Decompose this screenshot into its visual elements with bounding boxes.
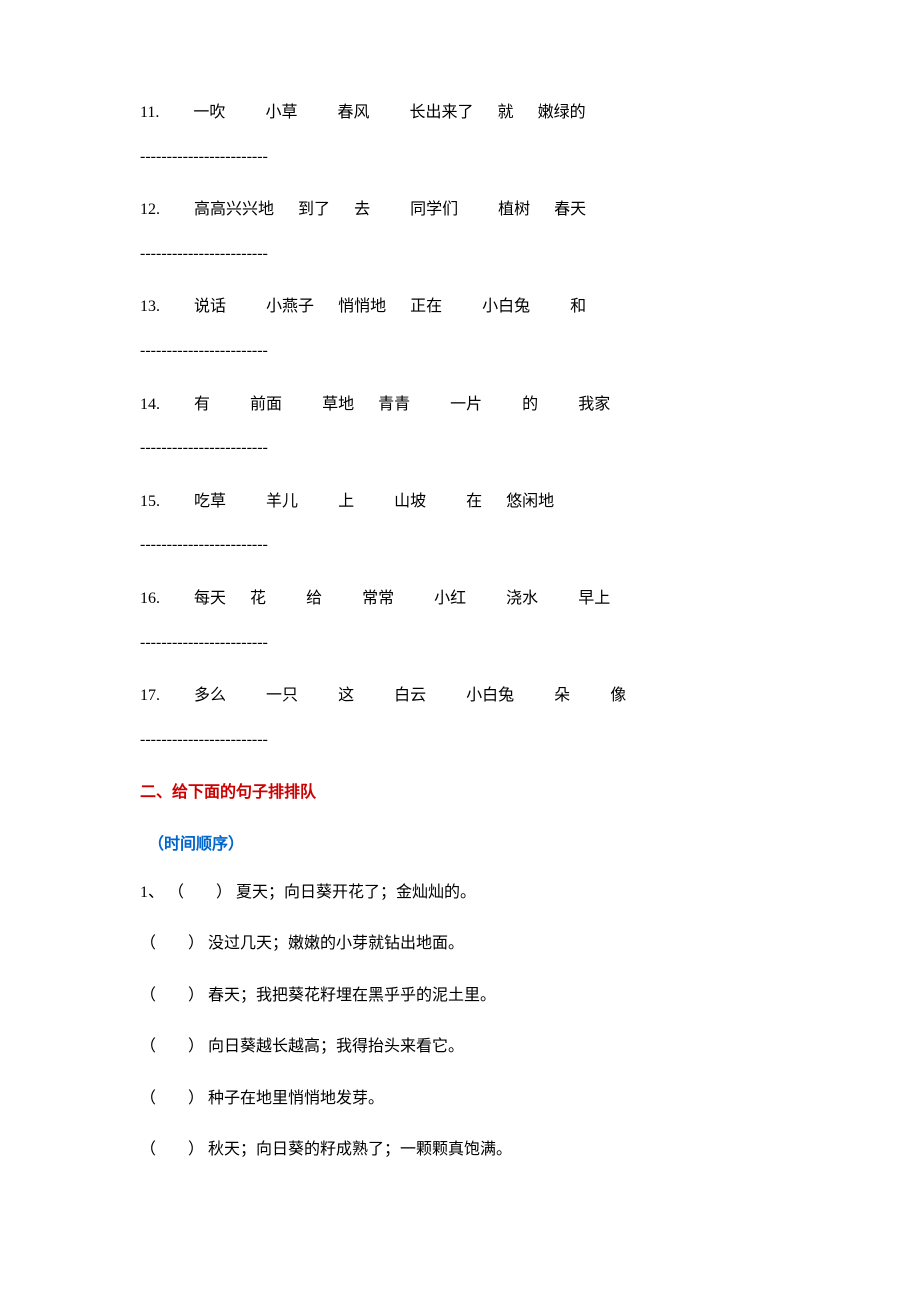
blank-paren: （ ） — [168, 884, 232, 901]
word: 有 — [194, 396, 210, 413]
question-number: 11. — [140, 104, 159, 121]
ordering-section: 二、给下面的句子排排队 （时间顺序） 1、 （ ） 夏天；向日葵开花了；金灿灿的… — [140, 780, 800, 1163]
answer-line: ------------------------ — [140, 630, 800, 656]
word-group: 每天 花 给 常常 小红 浇水 早上 — [194, 590, 610, 607]
sentence-text: 秋天；向日葵的籽成熟了；一颗颗真饱满。 — [208, 1141, 512, 1158]
question-13: 13. 说话 小燕子 悄悄地 正在 小白兔 和 — [140, 294, 800, 320]
question-number: 13. — [140, 298, 160, 315]
word: 的 — [522, 396, 538, 413]
answer-line: ------------------------ — [140, 338, 800, 364]
word: 小白兔 — [466, 687, 514, 704]
word: 朵 — [554, 687, 570, 704]
word: 嫩绿的 — [538, 104, 586, 121]
word: 长出来了 — [410, 104, 474, 121]
ordering-item-1: 1、 （ ） 夏天；向日葵开花了；金灿灿的。 — [140, 880, 800, 906]
ordering-item-3: （ ） 春天；我把葵花籽埋在黑乎乎的泥土里。 — [140, 983, 800, 1009]
word: 春天 — [554, 201, 586, 218]
ordering-item-5: （ ） 种子在地里悄悄地发芽。 — [140, 1086, 800, 1112]
word: 植树 — [498, 201, 530, 218]
blank-paren: （ ） — [140, 935, 204, 952]
word: 草地 — [322, 396, 354, 413]
word: 这 — [338, 687, 354, 704]
question-number: 14. — [140, 396, 160, 413]
blank-paren: （ ） — [140, 987, 204, 1004]
word: 山坡 — [394, 493, 426, 510]
word-group: 吃草 羊儿 上 山坡 在 悠闲地 — [194, 493, 554, 510]
word: 早上 — [578, 590, 610, 607]
word: 就 — [498, 104, 514, 121]
item-number: 1、 — [140, 884, 164, 901]
answer-line: ------------------------ — [140, 241, 800, 267]
word: 到了 — [298, 201, 330, 218]
section-title: 二、给下面的句子排排队 — [140, 780, 800, 806]
question-number: 12. — [140, 201, 160, 218]
word-group: 说话 小燕子 悄悄地 正在 小白兔 和 — [194, 298, 586, 315]
word: 吃草 — [194, 493, 226, 510]
section-note: （时间顺序） — [148, 832, 800, 858]
word: 青青 — [378, 396, 410, 413]
ordering-item-2: （ ） 没过几天；嫩嫩的小芽就钻出地面。 — [140, 931, 800, 957]
sentence-text: 种子在地里悄悄地发芽。 — [208, 1090, 384, 1107]
question-number: 15. — [140, 493, 160, 510]
word: 花 — [250, 590, 266, 607]
word: 悠闲地 — [506, 493, 554, 510]
ordering-item-6: （ ） 秋天；向日葵的籽成熟了；一颗颗真饱满。 — [140, 1137, 800, 1163]
sentence-text: 向日葵越长越高；我得抬头来看它。 — [208, 1038, 464, 1055]
blank-paren: （ ） — [140, 1038, 204, 1055]
word: 像 — [610, 687, 626, 704]
question-11: 11. 一吹 小草 春风 长出来了 就 嫩绿的 — [140, 100, 800, 126]
word: 悄悄地 — [338, 298, 386, 315]
word: 小草 — [265, 104, 297, 121]
answer-line: ------------------------ — [140, 144, 800, 170]
word: 羊儿 — [266, 493, 298, 510]
question-number: 16. — [140, 590, 160, 607]
question-15: 15. 吃草 羊儿 上 山坡 在 悠闲地 — [140, 489, 800, 515]
scramble-section: 11. 一吹 小草 春风 长出来了 就 嫩绿的 ----------------… — [140, 100, 800, 752]
question-17: 17. 多么 一只 这 白云 小白兔 朵 像 — [140, 683, 800, 709]
word: 春风 — [337, 104, 369, 121]
word: 小白兔 — [482, 298, 530, 315]
question-14: 14. 有 前面 草地 青青 一片 的 我家 — [140, 392, 800, 418]
word-group: 有 前面 草地 青青 一片 的 我家 — [194, 396, 610, 413]
word: 前面 — [250, 396, 282, 413]
blank-paren: （ ） — [140, 1141, 204, 1158]
sentence-text: 春天；我把葵花籽埋在黑乎乎的泥土里。 — [208, 987, 496, 1004]
word: 我家 — [578, 396, 610, 413]
sentence-text: 夏天；向日葵开花了；金灿灿的。 — [236, 884, 476, 901]
sentence-text: 没过几天；嫩嫩的小芽就钻出地面。 — [208, 935, 464, 952]
question-16: 16. 每天 花 给 常常 小红 浇水 早上 — [140, 586, 800, 612]
word: 多么 — [194, 687, 226, 704]
ordering-item-4: （ ） 向日葵越长越高；我得抬头来看它。 — [140, 1034, 800, 1060]
word: 一只 — [266, 687, 298, 704]
word-group: 高高兴兴地 到了 去 同学们 植树 春天 — [194, 201, 586, 218]
word: 小燕子 — [266, 298, 314, 315]
word: 高高兴兴地 — [194, 201, 274, 218]
answer-line: ------------------------ — [140, 532, 800, 558]
word-group: 多么 一只 这 白云 小白兔 朵 像 — [194, 687, 626, 704]
word: 在 — [466, 493, 482, 510]
word: 同学们 — [410, 201, 458, 218]
word: 和 — [570, 298, 586, 315]
word: 常常 — [362, 590, 394, 607]
word: 每天 — [194, 590, 226, 607]
word: 一吹 — [193, 104, 225, 121]
word-group: 一吹 小草 春风 长出来了 就 嫩绿的 — [193, 104, 585, 121]
word: 正在 — [410, 298, 442, 315]
document-page: 11. 一吹 小草 春风 长出来了 就 嫩绿的 ----------------… — [0, 0, 920, 1302]
word: 上 — [338, 493, 354, 510]
word: 小红 — [434, 590, 466, 607]
question-number: 17. — [140, 687, 160, 704]
question-12: 12. 高高兴兴地 到了 去 同学们 植树 春天 — [140, 197, 800, 223]
word: 白云 — [394, 687, 426, 704]
word: 去 — [354, 201, 370, 218]
word: 给 — [306, 590, 322, 607]
answer-line: ------------------------ — [140, 435, 800, 461]
word: 一片 — [450, 396, 482, 413]
answer-line: ------------------------ — [140, 727, 800, 753]
word: 浇水 — [506, 590, 538, 607]
blank-paren: （ ） — [140, 1090, 204, 1107]
word: 说话 — [194, 298, 226, 315]
